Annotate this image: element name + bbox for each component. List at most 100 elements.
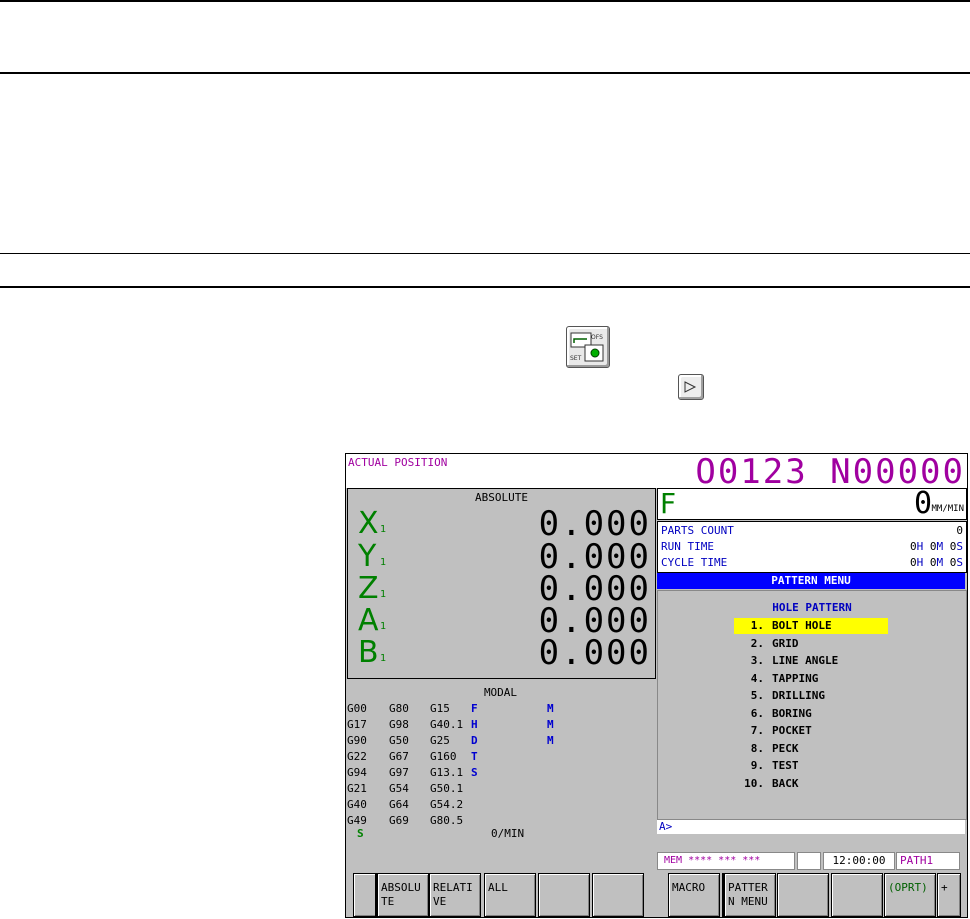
axis-row-b: B 1 0.000 [358, 633, 651, 673]
cnc-screen: ACTUAL POSITION O0123 N00000 ABSOLUTE X … [345, 453, 968, 918]
screen-header: ACTUAL POSITION O0123 N00000 [346, 453, 967, 492]
softkey-return[interactable] [353, 873, 377, 917]
gcode: G54 [389, 782, 409, 795]
feedrate-display: F 0 MM/MIN [657, 488, 967, 520]
menu-item-grid[interactable]: 2. GRID [734, 636, 888, 652]
parts-count-value: 0 [956, 524, 963, 537]
axis-index: 1 [380, 589, 387, 600]
axis-row-x: X 1 0.000 [358, 504, 651, 544]
gcode: G21 [347, 782, 367, 795]
run-time-row: RUN TIME 0H 0M 0S [661, 539, 963, 555]
menu-item-peck[interactable]: 8. PECK [734, 741, 888, 757]
gcode: G64 [389, 798, 409, 811]
axis-name: Z [358, 571, 379, 606]
run-time-label: RUN TIME [661, 540, 714, 553]
section-rule [0, 72, 970, 74]
next-page-key-icon[interactable] [678, 374, 704, 400]
top-rule [0, 0, 970, 2]
menu-item-pocket[interactable]: 7. POCKET [734, 723, 888, 739]
axis-index: 1 [380, 653, 387, 664]
position-header: ABSOLUTE [475, 491, 528, 504]
modal-m-flag: M [547, 702, 554, 715]
softkey-blank-4[interactable] [831, 873, 883, 917]
feed-value: 0 [913, 486, 932, 521]
spindle-speed: 0/MIN [491, 827, 525, 840]
status-clock: 12:00:00 [823, 852, 895, 870]
modal-flag: S [471, 766, 478, 779]
svg-text:SET: SET [570, 355, 582, 362]
gcode: G97 [389, 766, 409, 779]
cycle-time-label: CYCLE TIME [661, 556, 728, 569]
axis-name: X [358, 506, 379, 541]
gcode: G50 [389, 734, 409, 747]
modal-flag: D [471, 734, 478, 747]
cycle-time-row: CYCLE TIME 0H 0M 0S [661, 555, 963, 571]
svg-text:OFS: OFS [591, 334, 603, 341]
menu-item-tapping[interactable]: 4. TAPPING [734, 671, 888, 687]
menu-item-boring[interactable]: 6. BORING [734, 706, 888, 722]
axis-value: 0.000 [538, 633, 651, 673]
program-number: O0123 N00000 [695, 453, 965, 492]
gcode: G69 [389, 814, 409, 827]
key-input-line[interactable]: A> [657, 820, 965, 834]
gcode: G40 [347, 798, 367, 811]
gcode: G160 [430, 750, 457, 763]
modal-m-flag: M [547, 734, 554, 747]
parts-count-label: PARTS COUNT [661, 524, 734, 537]
axis-index: 1 [380, 524, 387, 535]
gcode: G22 [347, 750, 367, 763]
menu-item-drilling[interactable]: 5. DRILLING [734, 688, 888, 704]
softkey-blank-2[interactable] [592, 873, 644, 917]
menu-item-bolt-hole[interactable]: 1. BOLT HOLE [734, 618, 888, 634]
gcode: G67 [389, 750, 409, 763]
modal-panel: MODAL G00 G80 G15 G17 G98 G40.1 G90 G50 … [347, 681, 654, 851]
parts-count-row: PARTS COUNT 0 [661, 523, 963, 539]
modal-flag: H [471, 718, 478, 731]
status-mode: MEM **** *** *** [657, 852, 795, 870]
softkey-all[interactable]: ALL [484, 873, 536, 917]
cycle-time-value: 0H 0M 0S [910, 556, 963, 569]
gcode: G40.1 [430, 718, 464, 731]
softkey-blank-1[interactable] [538, 873, 590, 917]
gcode: G50.1 [430, 782, 464, 795]
offset-setting-key-icon[interactable]: OFS SET [566, 326, 610, 368]
axis-value: 0.000 [538, 504, 651, 544]
gcode: G25 [430, 734, 450, 747]
gcode: G80.5 [430, 814, 464, 827]
softkey-macro[interactable]: MACRO [668, 873, 720, 917]
softkey-pattern-menu[interactable]: PATTERN MENU [722, 873, 776, 917]
axis-index: 1 [380, 621, 387, 632]
status-path: PATH1 [896, 852, 960, 870]
menu-item-line-angle[interactable]: 3. LINE ANGLE [734, 653, 888, 669]
table-rule-bottom [0, 286, 970, 288]
gcode: G98 [389, 718, 409, 731]
axis-name: A [358, 603, 379, 638]
modal-flag: F [471, 702, 478, 715]
gcode: G15 [430, 702, 450, 715]
pattern-menu-subtitle: HOLE PATTERN [772, 601, 852, 614]
gcode: G17 [347, 718, 367, 731]
softkey-operation[interactable]: (OPRT) [884, 873, 936, 917]
softkey-blank-3[interactable] [777, 873, 829, 917]
counters-panel: PARTS COUNT 0 RUN TIME 0H 0M 0S CYCLE TI… [657, 521, 967, 573]
position-panel: ABSOLUTE X 1 0.000 Y 1 0.000 Z 1 0.000 A… [347, 488, 656, 679]
status-bar: MEM **** *** *** 12:00:00 PATH1 [657, 852, 965, 870]
run-time-value: 0H 0M 0S [910, 540, 963, 553]
modal-flag: T [471, 750, 478, 763]
modal-m-flag: M [547, 718, 554, 731]
axis-name: Y [358, 539, 377, 574]
softkey-relative[interactable]: RELATIVE [429, 873, 481, 917]
table-rule [0, 253, 970, 254]
pattern-menu-title: PATTERN MENU [657, 573, 965, 589]
softkey-absolute[interactable]: ABSOLUTE [375, 873, 429, 917]
gcode: G80 [389, 702, 409, 715]
axis-name: B [358, 635, 379, 670]
gcode: G49 [347, 814, 367, 827]
menu-item-test[interactable]: 9. TEST [734, 758, 888, 774]
gcode: G90 [347, 734, 367, 747]
softkey-next[interactable]: + [937, 873, 961, 917]
softkey-bar: ABSOLUTE RELATIVE ALL MACRO PATTERN MENU… [346, 872, 967, 917]
status-blank [797, 852, 821, 870]
menu-item-back[interactable]: 10. BACK [734, 776, 888, 792]
gcode: G54.2 [430, 798, 464, 811]
